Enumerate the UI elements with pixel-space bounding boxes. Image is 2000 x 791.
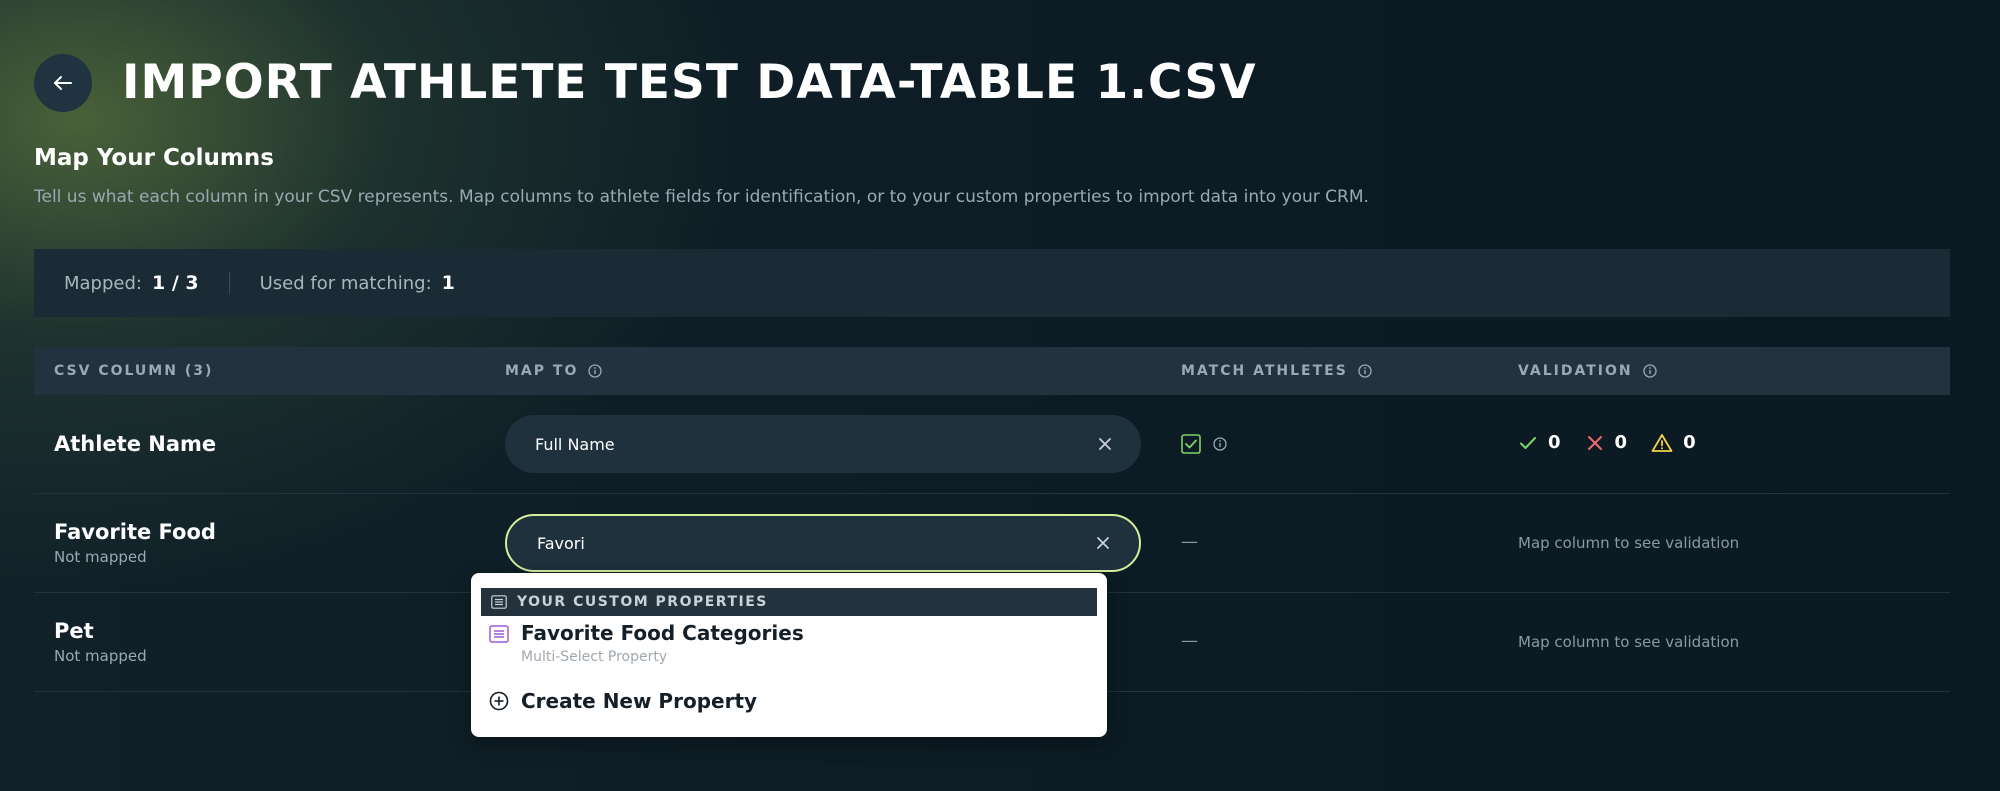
back-button[interactable]: [34, 54, 92, 112]
validation-hint: Map column to see validation: [1518, 633, 1740, 651]
header-validation: VALIDATION: [1518, 347, 1657, 395]
valid-count: 0: [1548, 432, 1561, 453]
validation-warning: 0: [1651, 432, 1696, 453]
map-to-search-input[interactable]: Favori: [505, 514, 1141, 572]
csv-column-cell: Favorite Food Not mapped: [54, 520, 216, 566]
map-to-value: Full Name: [535, 434, 615, 454]
header-validation-label: VALIDATION: [1518, 363, 1633, 379]
create-new-property-button[interactable]: Create New Property: [489, 689, 757, 713]
table-header: CSV COLUMN (3) MAP TO MATCH ATHLETES VAL…: [34, 347, 1950, 395]
mapped-value: 1 / 3: [151, 272, 199, 294]
info-icon[interactable]: [1642, 364, 1657, 378]
csv-column-name: Favorite Food: [54, 520, 216, 544]
csv-column-cell: Athlete Name: [54, 432, 216, 456]
invalid-count: 0: [1614, 432, 1628, 453]
csv-column-name: Pet: [54, 619, 94, 643]
dropdown-option-subtitle: Multi-Select Property: [521, 649, 668, 665]
warning-icon: [1651, 433, 1673, 452]
create-new-property-label: Create New Property: [521, 689, 758, 713]
validation-valid: 0: [1518, 432, 1561, 453]
mapping-summary: Mapped: 1 / 3 Used for matching: 1: [34, 249, 1950, 317]
arrow-left-icon: [54, 76, 72, 90]
header-map-to-label: MAP TO: [505, 363, 579, 379]
header-match-athletes: MATCH ATHLETES: [1181, 347, 1372, 395]
csv-column-name: Athlete Name: [54, 432, 217, 456]
mapping-status: Not mapped: [54, 647, 147, 665]
header-match-athletes-label: MATCH ATHLETES: [1181, 363, 1348, 379]
map-to-select[interactable]: Full Name: [505, 415, 1141, 473]
section-description: Tell us what each column in your CSV rep…: [34, 187, 1369, 207]
validation-invalid: 0: [1585, 432, 1628, 453]
matching-value: 1: [441, 272, 455, 294]
match-athletes-empty: —: [1181, 631, 1198, 651]
mapping-status: Not mapped: [54, 548, 147, 566]
dropdown-group-header: YOUR CUSTOM PROPERTIES: [481, 588, 1097, 616]
warning-count: 0: [1683, 432, 1696, 453]
dropdown-option-text: Favorite Food Categories Multi-Select Pr…: [521, 621, 804, 665]
map-to-search-value: Favori: [537, 533, 585, 553]
import-page: IMPORT ATHLETE TEST DATA-TABLE 1.CSV Map…: [0, 0, 2000, 791]
info-icon[interactable]: [1358, 364, 1372, 378]
mapped-count: Mapped: 1 / 3: [64, 272, 199, 294]
header-csv-column: CSV COLUMN (3): [54, 347, 213, 395]
close-icon[interactable]: [1097, 436, 1113, 452]
x-icon: [1587, 435, 1602, 450]
summary-divider: [228, 272, 230, 294]
header-csv-column-label: CSV COLUMN (3): [54, 363, 214, 379]
info-icon[interactable]: [1213, 437, 1227, 451]
validation-cell: 0 0 0: [1518, 432, 1710, 453]
checkbox-checked-icon[interactable]: [1181, 434, 1201, 454]
list-icon: [491, 595, 507, 609]
plus-circle-icon: [489, 691, 509, 711]
match-athletes-cell: [1181, 434, 1227, 454]
check-icon: [1520, 436, 1536, 449]
dropdown-option-title: Favorite Food Categories: [521, 621, 804, 645]
validation-hint: Map column to see validation: [1518, 534, 1740, 552]
property-dropdown: YOUR CUSTOM PROPERTIES Favorite Food Cat…: [471, 573, 1107, 737]
info-icon[interactable]: [588, 364, 603, 378]
matching-count: Used for matching: 1: [260, 272, 455, 294]
mapped-label: Mapped:: [64, 272, 142, 294]
close-icon[interactable]: [1095, 535, 1111, 551]
page-title: IMPORT ATHLETE TEST DATA-TABLE 1.CSV: [122, 55, 1257, 110]
list-icon: [489, 625, 509, 643]
table-row: Athlete Name Full Name 0 0 0: [34, 395, 1950, 494]
section-title: Map Your Columns: [34, 145, 274, 171]
dropdown-group-label: YOUR CUSTOM PROPERTIES: [517, 594, 768, 610]
dropdown-option-favorite-food-categories[interactable]: Favorite Food Categories Multi-Select Pr…: [489, 621, 804, 665]
match-athletes-empty: —: [1181, 532, 1198, 552]
header-map-to: MAP TO: [505, 347, 603, 395]
csv-column-cell: Pet Not mapped: [54, 619, 147, 665]
matching-label: Used for matching:: [259, 272, 432, 294]
